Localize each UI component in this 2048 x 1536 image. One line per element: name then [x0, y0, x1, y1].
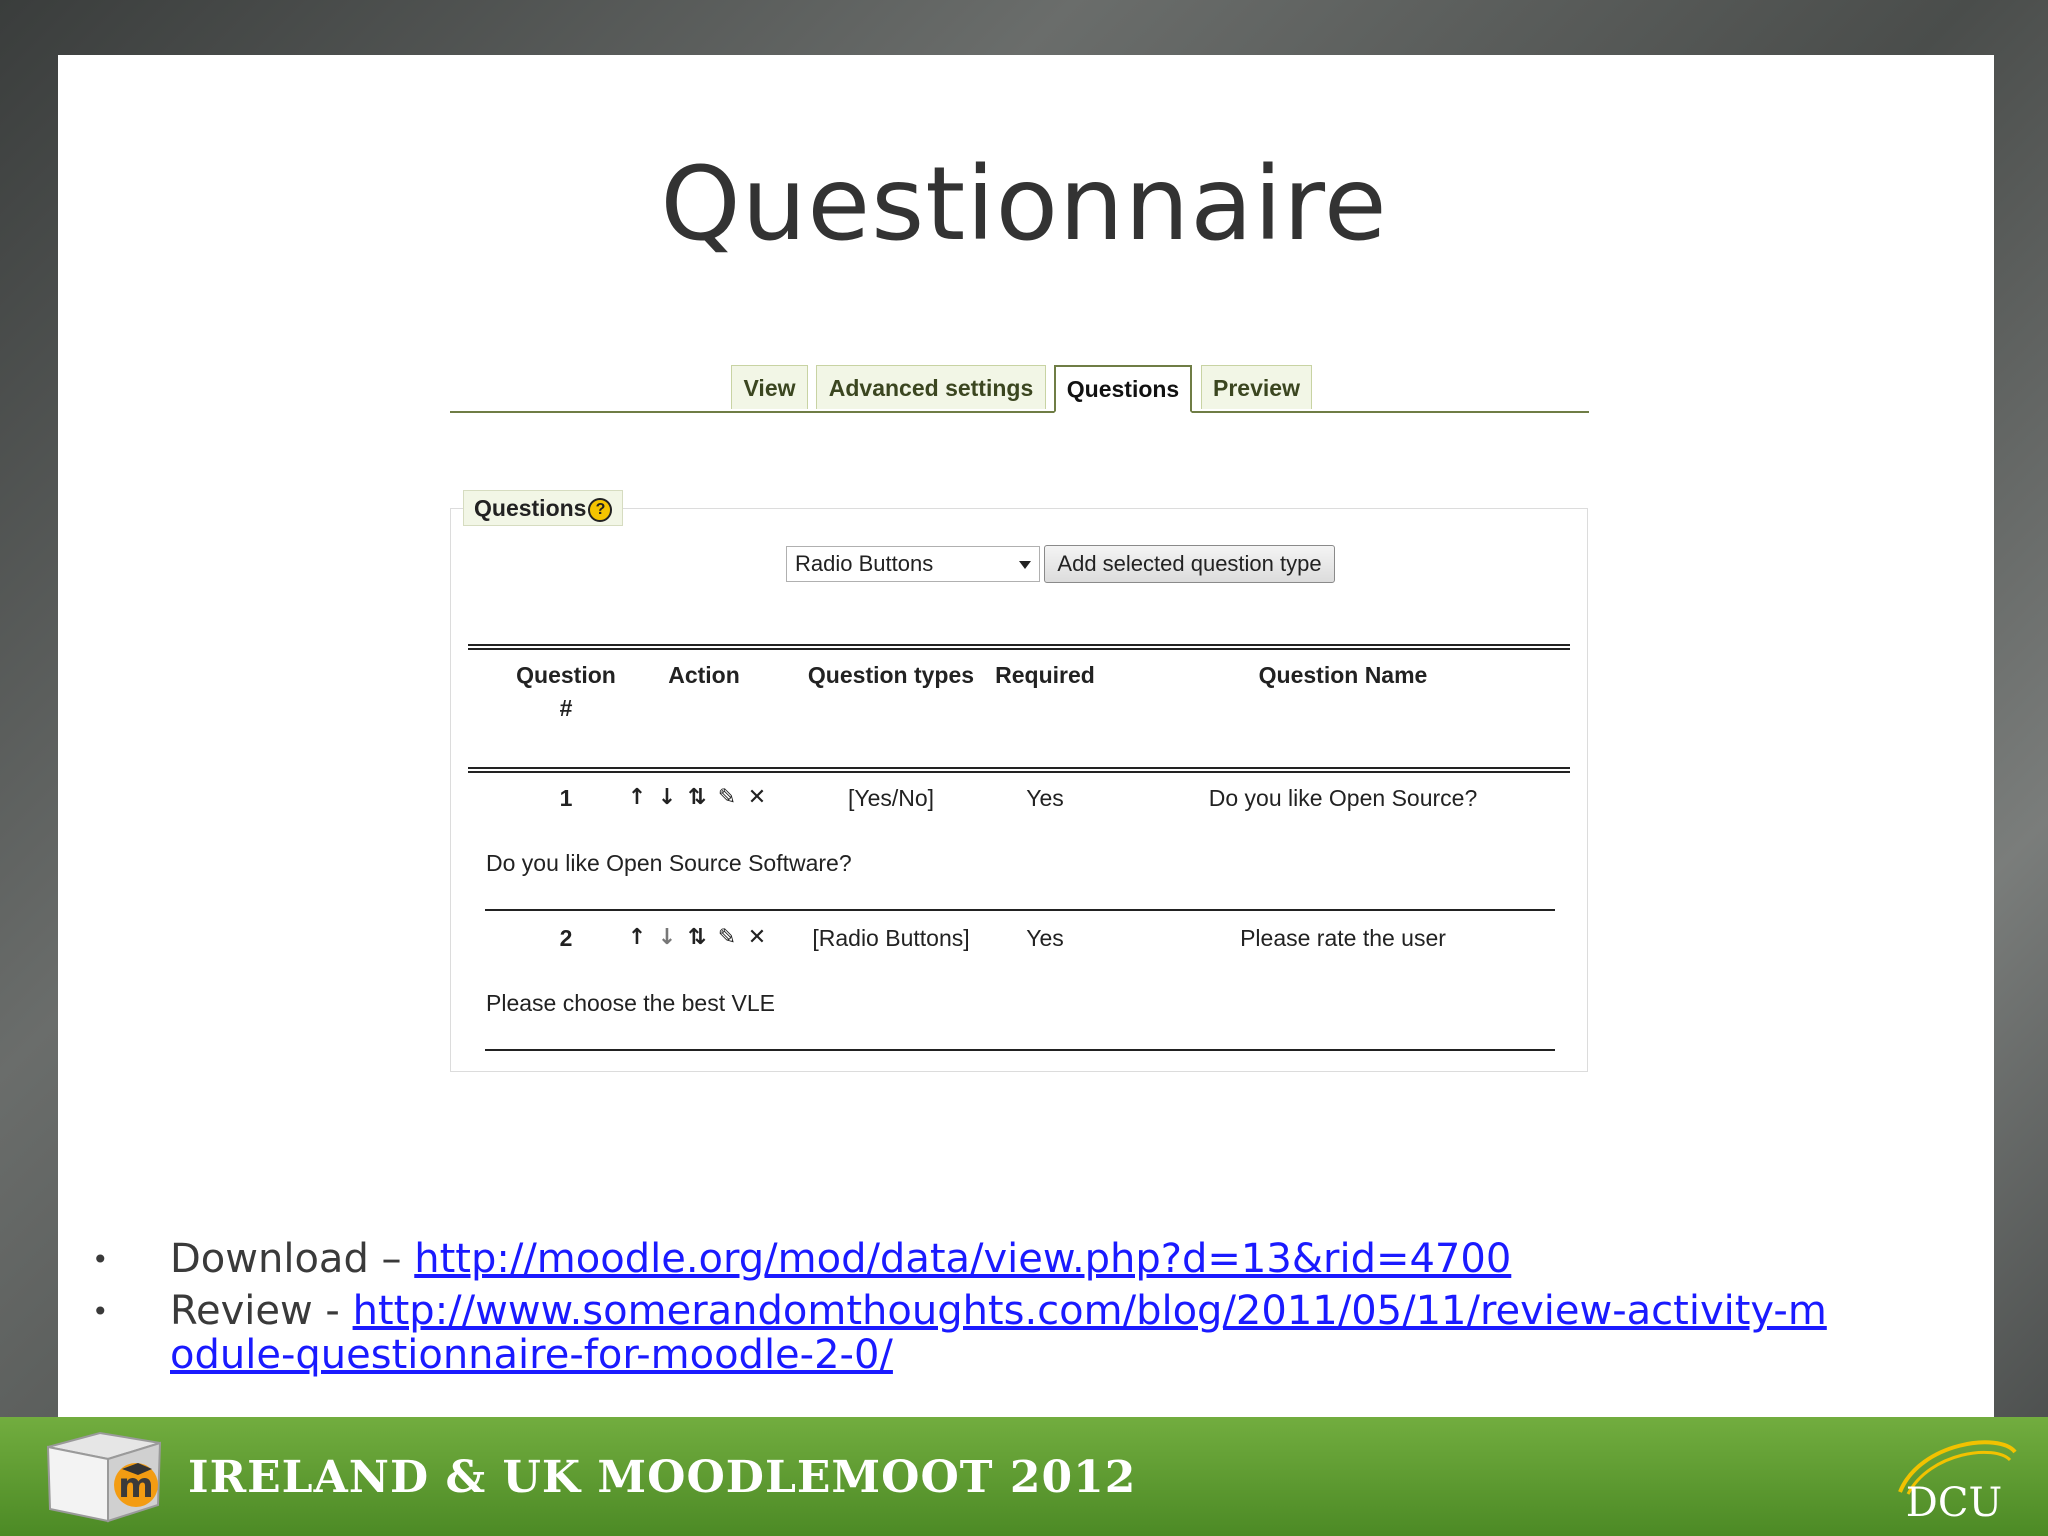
row1-type: [Yes/No] — [847, 785, 935, 811]
bullet-review-text: Review - http://www.somerandomthoughts.c… — [170, 1289, 1850, 1377]
download-link[interactable]: http://moodle.org/mod/data/view.php?d=13… — [414, 1236, 1511, 1282]
row2-type: [Radio Buttons] — [812, 925, 970, 951]
row2-name: Please rate the user — [1240, 925, 1446, 951]
table-header-rule — [468, 767, 1570, 773]
bullet-dot: • — [92, 1243, 109, 1276]
row1-question-text: Do you like Open Source Software? — [486, 850, 852, 876]
moodle-box-logo: m — [46, 1431, 162, 1523]
row-divider — [485, 1049, 1555, 1051]
row1-actions: ↑ ↓ ⇅ ✎ ✕ — [623, 783, 773, 813]
header-action: Action — [668, 662, 740, 688]
tab-view[interactable]: View — [731, 365, 808, 409]
dcu-logo-text: DCU — [1906, 1480, 2002, 1522]
chevron-down-icon — [1019, 561, 1031, 569]
header-question-name: Question Name — [1258, 662, 1428, 688]
table-top-rule — [468, 644, 1570, 650]
footer-title: IRELAND & UK MOODLEMOOT 2012 — [188, 1452, 1137, 1503]
move-down-icon: ↓ — [657, 925, 679, 950]
header-question-types: Question types — [807, 662, 975, 688]
help-icon[interactable]: ? — [588, 497, 613, 522]
edit-icon[interactable]: ✎ — [713, 783, 743, 813]
header-question-number: Question # — [506, 659, 626, 725]
delete-icon[interactable]: ✕ — [743, 923, 773, 953]
row1-number: 1 — [559, 785, 573, 811]
question-type-select[interactable]: Radio Buttons — [786, 546, 1040, 582]
move-icon[interactable]: ⇅ — [683, 783, 713, 813]
move-down-icon[interactable]: ↓ — [653, 783, 683, 813]
review-link[interactable]: http://www.somerandomthoughts.com/blog/2… — [170, 1288, 1827, 1378]
bullet-dot: • — [92, 1295, 109, 1328]
slide-title: Questionnaire — [660, 145, 1388, 264]
row1-required: Yes — [1026, 785, 1064, 811]
header-question-number-line1: Question — [516, 662, 616, 688]
move-up-icon[interactable]: ↑ — [623, 923, 653, 953]
question-type-select-value: Radio Buttons — [795, 551, 934, 576]
delete-icon[interactable]: ✕ — [743, 783, 773, 813]
row2-number: 2 — [559, 925, 573, 951]
header-question-number-line2: # — [559, 695, 573, 721]
add-question-type-button[interactable]: Add selected question type — [1044, 545, 1335, 583]
move-up-icon[interactable]: ↑ — [623, 783, 653, 813]
row2-question-text: Please choose the best VLE — [486, 990, 775, 1016]
edit-icon[interactable]: ✎ — [713, 923, 743, 953]
row1-name: Do you like Open Source? — [1208, 785, 1478, 811]
questions-legend: Questions? — [463, 490, 624, 526]
tab-questions[interactable]: Questions — [1054, 365, 1192, 413]
tab-bar: View Advanced settings Questions Preview — [450, 365, 1589, 413]
download-prefix: Download – — [170, 1236, 415, 1282]
tab-preview[interactable]: Preview — [1201, 365, 1312, 409]
review-prefix: Review - — [170, 1288, 353, 1334]
row-divider — [485, 909, 1555, 911]
row2-required: Yes — [1026, 925, 1064, 951]
tab-advanced-settings[interactable]: Advanced settings — [816, 365, 1046, 409]
bullet-download-text: Download – http://moodle.org/mod/data/vi… — [170, 1237, 1850, 1281]
header-required: Required — [995, 662, 1095, 688]
questions-legend-label: Questions — [474, 495, 587, 521]
dcu-logo: DCU — [1898, 1440, 2017, 1522]
row2-actions: ↑ ↓ ⇅ ✎ ✕ — [623, 923, 773, 953]
move-icon[interactable]: ⇅ — [683, 923, 713, 953]
